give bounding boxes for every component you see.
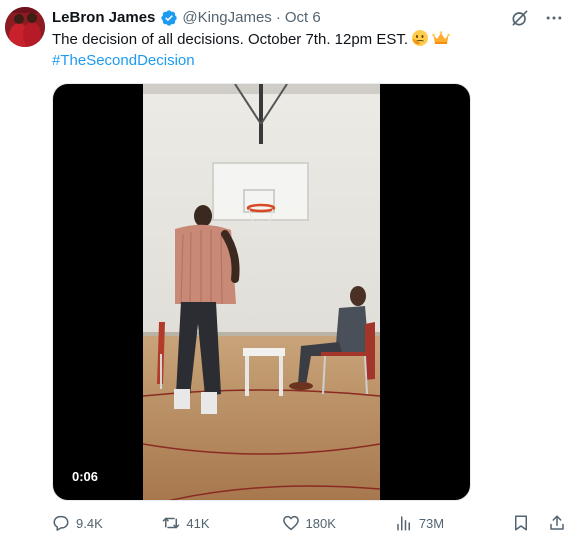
like-button[interactable]: 180K — [282, 514, 395, 532]
retweet-button[interactable]: 41K — [162, 514, 281, 532]
author-name[interactable]: LeBron James — [52, 8, 155, 28]
ellipsis-icon[interactable] — [544, 8, 564, 28]
author-handle[interactable]: @KingJames — [182, 8, 271, 28]
retweet-arrows-icon — [162, 514, 180, 532]
crown-icon — [432, 29, 450, 47]
secondary-actions — [512, 514, 566, 532]
tweet-card[interactable]: LeBron James @KingJames · Oct 6 The deci… — [0, 0, 570, 546]
video-frame — [143, 84, 380, 500]
thinking-face-icon — [411, 29, 429, 47]
tweet-body: The decision of all decisions. October 7… — [52, 31, 409, 48]
hashtag-link[interactable]: #TheSecondDecision — [52, 50, 552, 71]
like-count: 180K — [305, 515, 336, 531]
reply-button[interactable]: 9.4K — [52, 514, 162, 532]
views-count: 73M — [418, 515, 445, 531]
video-player[interactable]: 0:06 — [52, 83, 471, 501]
verified-badge-icon — [160, 9, 178, 27]
tweet-date[interactable]: Oct 6 — [285, 8, 321, 28]
retweet-count: 41K — [186, 515, 210, 531]
action-bar: 9.4K 41K 180K 73M — [52, 514, 570, 532]
share-icon[interactable] — [548, 514, 566, 532]
reply-count: 9.4K — [76, 515, 103, 531]
bar-chart-icon — [395, 514, 413, 532]
speech-bubble-icon — [52, 514, 70, 532]
heart-icon — [282, 514, 300, 532]
slash-circle-icon[interactable] — [510, 8, 530, 28]
avatar[interactable] — [5, 7, 45, 47]
bookmark-icon[interactable] — [512, 514, 530, 532]
video-timestamp: 0:06 — [72, 469, 99, 484]
top-actions — [510, 8, 564, 28]
separator-dot: · — [275, 9, 281, 26]
tweet-header: LeBron James @KingJames · Oct 6 — [52, 8, 321, 28]
views-button[interactable]: 73M — [395, 514, 512, 532]
tweet-text: The decision of all decisions. October 7… — [52, 29, 552, 71]
